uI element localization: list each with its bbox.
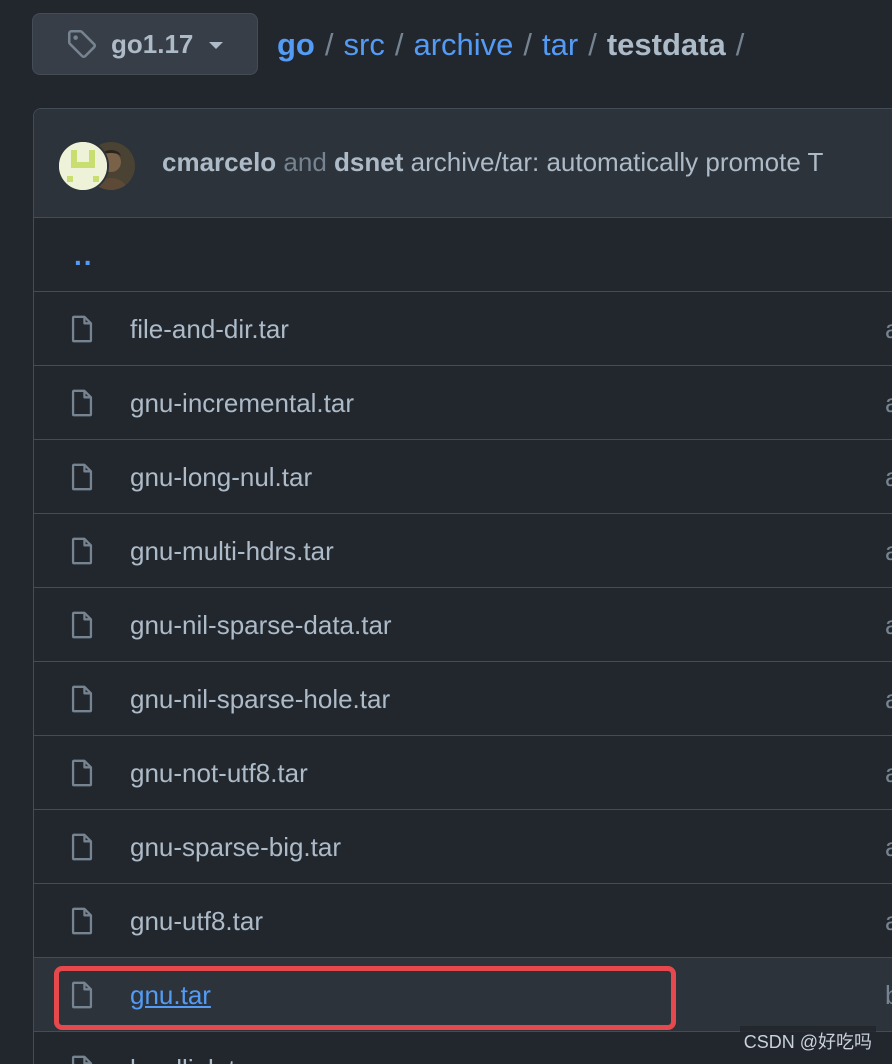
file-commit-message[interactable]: a (885, 462, 892, 493)
file-row[interactable]: gnu-multi-hdrs.tar a (34, 514, 892, 588)
file-name-link[interactable]: gnu-nil-sparse-data.tar (130, 610, 392, 641)
file-icon (69, 388, 95, 418)
file-list: .. file-and-dir.tar a gnu-incremental.tar a… (34, 218, 892, 1064)
file-commit-message[interactable]: a (885, 684, 892, 715)
file-row[interactable]: gnu-nil-sparse-hole.tar a (34, 662, 892, 736)
breadcrumb-separator: / (523, 27, 533, 62)
breadcrumb-separator: / (588, 27, 597, 62)
breadcrumb: go / src / archive / tar / testdata / (277, 24, 754, 66)
breadcrumb-item-archive[interactable]: archive (413, 27, 513, 63)
breadcrumb-item-tar[interactable]: tar (542, 27, 578, 63)
commit-message[interactable]: archive/tar: automatically promote T (411, 147, 824, 177)
file-row[interactable]: gnu-utf8.tar a (34, 884, 892, 958)
file-row[interactable]: gnu-nil-sparse-data.tar a (34, 588, 892, 662)
file-commit-message[interactable]: a (885, 758, 892, 789)
file-name-link[interactable]: gnu-long-nul.tar (130, 462, 312, 493)
chevron-down-icon (209, 41, 224, 49)
latest-commit-header: cmarcelo and dsnet archive/tar: automati… (34, 109, 892, 218)
file-commit-message[interactable]: a (885, 832, 892, 863)
file-icon (69, 832, 95, 862)
page: go1.17 go / src / archive / tar / testda… (0, 0, 892, 1064)
file-icon (69, 1054, 95, 1064)
avatar[interactable] (57, 140, 109, 192)
file-row[interactable]: gnu-sparse-big.tar a (34, 810, 892, 884)
file-name-link[interactable]: gnu-nil-sparse-hole.tar (130, 684, 390, 715)
file-name-link[interactable]: gnu-incremental.tar (130, 388, 354, 419)
breadcrumb-current: testdata (606, 27, 726, 62)
file-commit-message[interactable]: a (885, 906, 892, 937)
file-row[interactable]: file-and-dir.tar a (34, 292, 892, 366)
parent-directory-link[interactable]: .. (74, 240, 94, 272)
tag-icon (65, 27, 99, 61)
file-icon (69, 684, 95, 714)
file-name-link[interactable]: gnu.tar (130, 980, 211, 1011)
watermark: CSDN @好吃吗 (739, 1026, 876, 1056)
file-commit-message[interactable]: a (885, 536, 892, 567)
avatar-stack (57, 140, 137, 192)
file-row[interactable]: gnu-incremental.tar a (34, 366, 892, 440)
breadcrumb-separator: / (735, 27, 745, 62)
breadcrumb-item-go[interactable]: go (277, 27, 315, 63)
file-name-link[interactable]: gnu-not-utf8.tar (130, 758, 308, 789)
breadcrumb-separator: / (394, 27, 404, 62)
commit-author[interactable]: cmarcelo (162, 147, 276, 177)
file-icon (69, 462, 95, 492)
file-row[interactable]: gnu-long-nul.tar a (34, 440, 892, 514)
parent-directory-row[interactable]: .. (34, 218, 892, 292)
file-commit-message[interactable]: b (885, 980, 892, 1011)
file-icon (69, 314, 95, 344)
commit-conjunction: and (283, 147, 327, 177)
breadcrumb-item-src[interactable]: src (344, 27, 385, 63)
file-icon (69, 906, 95, 936)
file-icon (69, 536, 95, 566)
file-row[interactable]: gnu.tar b (34, 958, 892, 1032)
file-name-link[interactable]: hardlink.tar (130, 1054, 259, 1064)
commit-author[interactable]: dsnet (334, 147, 403, 177)
breadcrumb-separator: / (324, 27, 334, 62)
file-commit-message[interactable]: a (885, 610, 892, 641)
file-name-link[interactable]: file-and-dir.tar (130, 314, 289, 345)
file-commit-message[interactable]: a (885, 388, 892, 419)
file-row[interactable]: gnu-not-utf8.tar a (34, 736, 892, 810)
branch-label: go1.17 (111, 28, 194, 59)
file-commit-message[interactable]: a (885, 314, 892, 345)
file-icon (69, 610, 95, 640)
file-list-box: cmarcelo and dsnet archive/tar: automati… (33, 108, 892, 1064)
branch-select-button[interactable]: go1.17 (32, 13, 258, 75)
file-name-link[interactable]: gnu-sparse-big.tar (130, 832, 341, 863)
file-name-link[interactable]: gnu-multi-hdrs.tar (130, 536, 334, 567)
file-icon (69, 980, 95, 1010)
commit-summary: cmarcelo and dsnet archive/tar: automati… (162, 147, 823, 178)
file-icon (69, 758, 95, 788)
file-name-link[interactable]: gnu-utf8.tar (130, 906, 263, 937)
